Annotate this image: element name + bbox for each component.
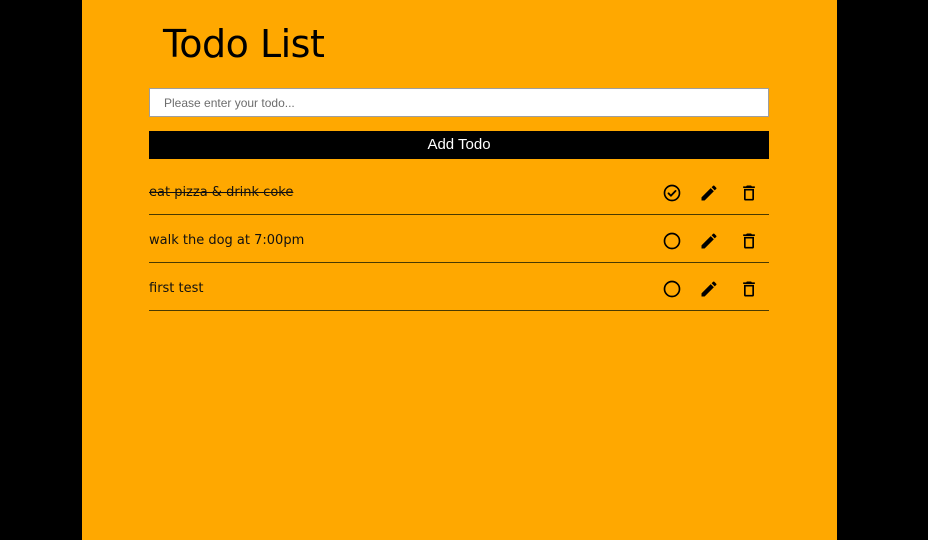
trash-icon xyxy=(739,279,759,299)
delete-button[interactable] xyxy=(739,231,759,251)
delete-button[interactable] xyxy=(739,183,759,203)
pencil-icon xyxy=(699,279,719,299)
edit-button[interactable] xyxy=(699,279,719,299)
todo-item: eat pizza & drink coke xyxy=(149,167,769,215)
edit-button[interactable] xyxy=(699,231,719,251)
pencil-icon xyxy=(699,183,719,203)
toggle-complete-button[interactable] xyxy=(662,279,682,299)
todo-text: first test xyxy=(149,281,204,296)
toggle-complete-button[interactable] xyxy=(662,231,682,251)
delete-button[interactable] xyxy=(739,279,759,299)
trash-icon xyxy=(739,231,759,251)
pencil-icon xyxy=(699,231,719,251)
check-circle-icon xyxy=(662,183,682,203)
todo-item: first test xyxy=(149,263,769,311)
toggle-complete-button[interactable] xyxy=(662,183,682,203)
todo-input[interactable] xyxy=(149,88,769,117)
add-todo-button[interactable]: Add Todo xyxy=(149,131,769,159)
circle-outline-icon xyxy=(662,231,682,251)
trash-icon xyxy=(739,183,759,203)
page-title: Todo List xyxy=(163,22,325,66)
todo-list: eat pizza & drink coke walk the dog at 7… xyxy=(149,167,769,311)
todo-app: Todo List Add Todo eat pizza & drink cok… xyxy=(82,0,837,540)
todo-text: walk the dog at 7:00pm xyxy=(149,233,305,248)
edit-button[interactable] xyxy=(699,183,719,203)
todo-item: walk the dog at 7:00pm xyxy=(149,215,769,263)
todo-text: eat pizza & drink coke xyxy=(149,185,294,200)
circle-outline-icon xyxy=(662,279,682,299)
